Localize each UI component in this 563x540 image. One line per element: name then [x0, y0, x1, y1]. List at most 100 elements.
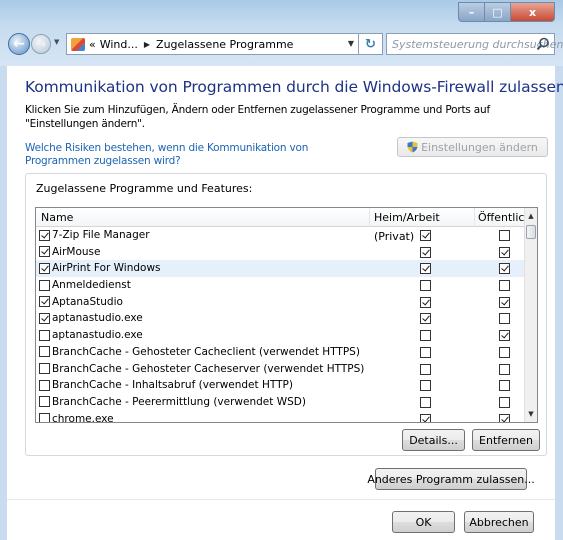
program-enabled-checkbox[interactable] [39, 246, 50, 258]
breadcrumb-overflow[interactable]: « [89, 38, 96, 51]
public-network-checkbox[interactable] [499, 230, 510, 241]
program-enabled-checkbox[interactable] [39, 346, 50, 358]
private-network-checkbox[interactable] [420, 380, 431, 392]
program-enabled-checkbox[interactable] [39, 229, 50, 241]
private-network-checkbox[interactable] [420, 313, 431, 325]
program-name-cell: AirMouse [39, 246, 101, 258]
breadcrumb-separator-icon[interactable]: ▶ [144, 40, 150, 49]
public-network-checkbox[interactable] [499, 363, 510, 375]
public-network-checkbox[interactable] [499, 246, 510, 258]
program-name: BranchCache - Inhaltsabruf (verwendet HT… [52, 379, 293, 392]
private-network-checkbox[interactable] [420, 230, 431, 241]
public-network-checkbox[interactable] [499, 396, 510, 408]
breadcrumb-item-windows[interactable]: Wind... [100, 38, 138, 51]
refresh-button[interactable]: ↻ [359, 33, 383, 55]
column-header-public[interactable]: Öffentlich [475, 208, 531, 227]
list-scrollbar[interactable]: ▲ ▼ [524, 208, 537, 422]
public-network-checkbox[interactable] [499, 346, 510, 358]
table-row[interactable]: AirMouse [36, 244, 526, 261]
program-name-cell: AirPrint For Windows [39, 262, 161, 274]
table-row[interactable]: BranchCache - Gehosteter Cacheclient (ve… [36, 344, 526, 361]
program-name-cell: aptanastudio.exe [39, 312, 143, 324]
table-row[interactable]: AirPrint For Windows [36, 260, 526, 278]
program-name-cell: AptanaStudio [39, 296, 123, 308]
recent-pages-dropdown-icon[interactable]: ▼ [54, 38, 59, 46]
program-enabled-checkbox[interactable] [39, 396, 50, 408]
program-name-cell: 7-Zip File Manager [39, 229, 150, 241]
private-network-checkbox[interactable] [420, 413, 431, 422]
table-row[interactable]: BranchCache - Inhaltsabruf (verwendet HT… [36, 377, 526, 394]
private-network-checkbox[interactable] [420, 396, 431, 408]
program-name-cell: BranchCache - Gehosteter Cacheclient (ve… [39, 346, 360, 358]
program-name-cell: aptanastudio.exe [39, 329, 143, 341]
program-enabled-checkbox[interactable] [39, 279, 50, 291]
public-network-checkbox[interactable] [499, 413, 510, 422]
table-row[interactable]: 7-Zip File Manager [36, 227, 526, 244]
remove-button[interactable]: Entfernen [472, 429, 540, 451]
public-network-checkbox[interactable] [499, 313, 510, 325]
program-enabled-checkbox[interactable] [39, 262, 50, 274]
details-button[interactable]: Details... [402, 429, 465, 451]
program-enabled-checkbox[interactable] [39, 296, 50, 308]
public-network-checkbox[interactable] [499, 330, 510, 342]
program-enabled-checkbox[interactable] [39, 413, 50, 422]
column-header-name[interactable]: Name [36, 208, 370, 227]
private-network-checkbox[interactable] [420, 246, 431, 258]
private-network-checkbox[interactable] [420, 346, 431, 358]
back-button[interactable]: ← [8, 33, 30, 55]
page-title: Kommunikation von Programmen durch die W… [25, 78, 563, 96]
scroll-up-icon[interactable]: ▲ [525, 208, 537, 224]
window-frame-right [555, 66, 563, 540]
programs-list[interactable]: Name Heim/Arbeit (Privat) Öffentlich 7-Z… [35, 207, 538, 423]
table-row[interactable]: BranchCache - Gehosteter Cacheserver (ve… [36, 361, 526, 378]
ok-button[interactable]: OK [392, 511, 455, 533]
shield-icon [407, 141, 418, 153]
breadcrumb-item-zugelassene-programme[interactable]: Zugelassene Programme [156, 38, 293, 51]
program-name-cell: BranchCache - Peerermittlung (verwendet … [39, 396, 306, 408]
program-enabled-checkbox[interactable] [39, 363, 50, 374]
change-settings-button[interactable]: Einstellungen ändern [397, 137, 548, 157]
program-enabled-checkbox[interactable] [39, 312, 50, 324]
private-network-checkbox[interactable] [420, 263, 431, 275]
risk-help-link[interactable]: Welche Risiken bestehen, wenn die Kommun… [25, 142, 365, 168]
table-row[interactable]: Anmeldedienst [36, 277, 526, 294]
search-icon[interactable] [536, 37, 550, 51]
program-name: aptanastudio.exe [52, 329, 143, 342]
program-enabled-checkbox[interactable] [39, 329, 50, 341]
private-network-checkbox[interactable] [420, 330, 431, 342]
close-button[interactable]: x [511, 2, 555, 22]
allow-other-program-button[interactable]: Anderes Programm zulassen... [367, 468, 535, 490]
public-network-checkbox[interactable] [499, 263, 510, 275]
private-network-checkbox[interactable] [420, 296, 431, 308]
private-network-checkbox[interactable] [420, 363, 431, 375]
program-name: AptanaStudio [52, 295, 123, 308]
public-network-checkbox[interactable] [499, 296, 510, 308]
public-network-checkbox[interactable] [499, 280, 510, 292]
program-name-cell: chrome.exe [39, 413, 114, 422]
table-row[interactable]: aptanastudio.exe [36, 327, 526, 344]
program-name-cell: Anmeldedienst [39, 279, 131, 291]
public-network-checkbox[interactable] [499, 380, 510, 392]
address-bar[interactable]: « Wind... ▶ Zugelassene Programme ▼ [66, 33, 359, 55]
program-name: BranchCache - Peerermittlung (verwendet … [52, 395, 306, 408]
program-name: Anmeldedienst [52, 279, 131, 292]
group-label: Zugelassene Programme und Features: [36, 182, 253, 195]
maximize-button[interactable]: □ [485, 2, 511, 22]
scroll-thumb[interactable] [526, 225, 536, 239]
scroll-down-icon[interactable]: ▼ [525, 406, 537, 422]
address-dropdown-icon[interactable]: ▼ [348, 39, 354, 48]
forward-button[interactable]: → [31, 34, 51, 54]
divider [7, 499, 555, 500]
table-row[interactable]: chrome.exe [36, 411, 526, 422]
program-enabled-checkbox[interactable] [39, 379, 50, 391]
search-input[interactable]: Systemsteuerung durchsuchen [386, 33, 563, 55]
column-header-private[interactable]: Heim/Arbeit (Privat) [370, 208, 475, 243]
cancel-button[interactable]: Abbrechen [464, 511, 534, 533]
table-row[interactable]: BranchCache - Peerermittlung (verwendet … [36, 394, 526, 411]
program-name-cell: BranchCache - Inhaltsabruf (verwendet HT… [39, 379, 293, 391]
private-network-checkbox[interactable] [420, 280, 431, 292]
table-row[interactable]: AptanaStudio [36, 294, 526, 311]
minimize-button[interactable]: – [458, 2, 485, 22]
table-row[interactable]: aptanastudio.exe [36, 310, 526, 327]
page-description: Klicken Sie zum Hinzufügen, Ändern oder … [25, 104, 490, 130]
